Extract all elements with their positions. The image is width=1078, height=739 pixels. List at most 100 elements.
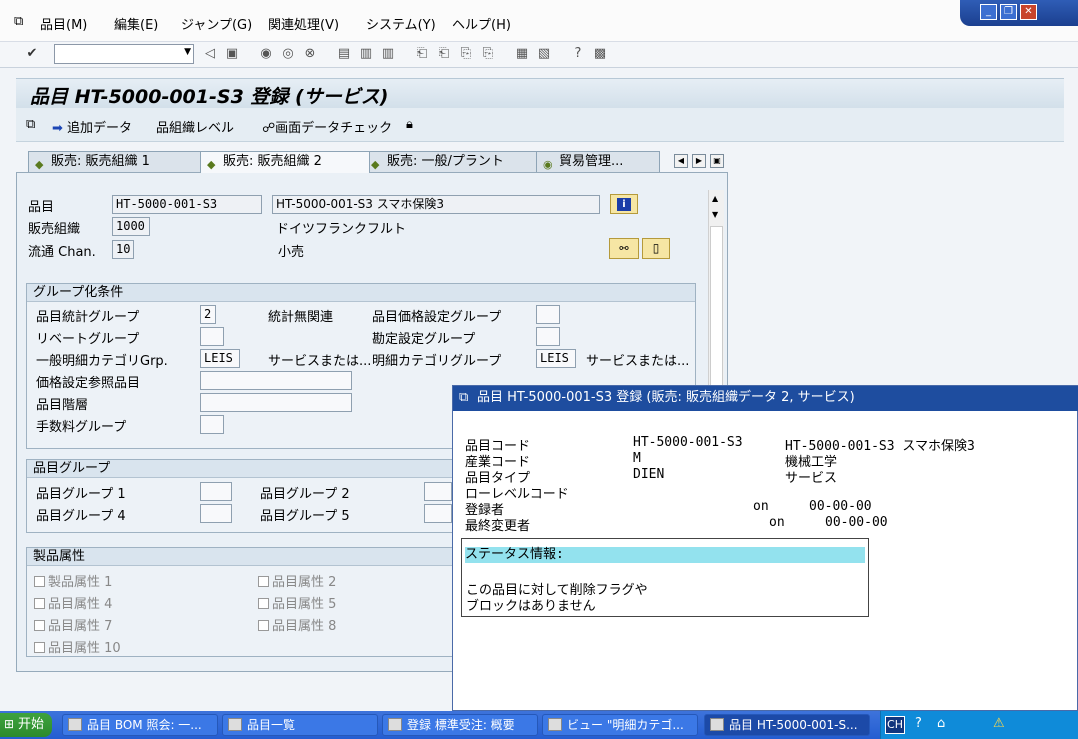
checkbox-box: [34, 620, 45, 631]
help-icon[interactable]: ?: [915, 716, 922, 731]
cancel-icon[interactable]: ⊗: [302, 46, 318, 62]
attr-7-checkbox[interactable]: 品目属性 7: [34, 615, 112, 634]
material-info-popup: ⧉ 品目 HT-5000-001-S3 登録 (販売: 販売組織データ 2, サ…: [452, 385, 1078, 711]
last-page-icon[interactable]: ⎘: [480, 46, 496, 62]
attr-10-checkbox[interactable]: 品目属性 10: [34, 637, 121, 656]
popup-title[interactable]: ⧉ 品目 HT-5000-001-S3 登録 (販売: 販売組織データ 2, サ…: [453, 386, 1078, 411]
attr-2-checkbox[interactable]: 品目属性 2: [258, 571, 336, 590]
mat-group-5-field[interactable]: [424, 504, 452, 523]
channel-field[interactable]: 10: [112, 240, 134, 259]
stat-group-field[interactable]: 2: [200, 305, 216, 324]
rebate-label: リベートグループ: [36, 332, 140, 347]
menu-jump[interactable]: ジャンプ(G): [181, 14, 252, 33]
acct-group-field[interactable]: [536, 327, 560, 346]
nav-back-icon[interactable]: ◉: [258, 46, 274, 62]
status-info-box: ステータス情報: この品目に対して削除フラグや ブロックはありません: [461, 538, 869, 617]
taskbar: ⊞ 开始 品目 BOM 照会: 一... 品目一覧 登録 標準受注: 概要 ビュ…: [0, 711, 1078, 739]
window-controls: _ ❐ ✕: [960, 0, 1078, 26]
tab-scroll-right[interactable]: ▶: [692, 154, 706, 168]
item-cat-field[interactable]: LEIS: [536, 349, 576, 368]
start-label: 开始: [18, 717, 45, 732]
glasses-button[interactable]: ⚯: [609, 238, 639, 259]
checkbox-box: [34, 642, 45, 653]
tab-general-plant[interactable]: ◆ 販売: 一般/プラント: [364, 151, 542, 173]
language-indicator[interactable]: CH: [885, 716, 905, 734]
app-menu-icon[interactable]: ⧉: [14, 14, 23, 29]
task-material-list[interactable]: 品目一覧: [222, 714, 378, 736]
task-view-item-cat[interactable]: ビュー "明細カテゴ...: [542, 714, 698, 736]
first-page-icon[interactable]: ⎗: [414, 46, 430, 62]
add-data-button[interactable]: ➡ 追加データ: [52, 117, 132, 136]
grouping-title: グループ化条件: [27, 284, 695, 302]
warning-icon[interactable]: ⚠: [993, 716, 1005, 731]
task-bom-display[interactable]: 品目 BOM 照会: 一...: [62, 714, 218, 736]
add-data-label: 追加データ: [67, 121, 133, 136]
next-page-icon[interactable]: ⎘: [458, 46, 474, 62]
mat-group-1-field[interactable]: [200, 482, 232, 501]
save-icon[interactable]: ▣: [224, 46, 240, 62]
task-material-create[interactable]: 品目 HT-5000-001-S...: [704, 714, 870, 736]
exit-icon[interactable]: ◎: [280, 46, 296, 62]
window-icon: [68, 718, 82, 731]
price-group-field[interactable]: [536, 305, 560, 324]
new-session-icon[interactable]: ▦: [514, 46, 530, 62]
close-button[interactable]: ✕: [1020, 4, 1037, 20]
create-icon[interactable]: ⧉: [26, 117, 35, 132]
mat-group-4-field[interactable]: [200, 504, 232, 523]
mat-group-5-label: 品目グループ 5: [260, 509, 350, 524]
glasses-icon: ⚯: [619, 242, 629, 255]
start-button[interactable]: ⊞ 开始: [0, 713, 52, 737]
attr-8-checkbox[interactable]: 品目属性 8: [258, 615, 336, 634]
material-field[interactable]: HT-5000-001-S3: [112, 195, 262, 214]
lock-icon[interactable]: 🔒︎: [406, 117, 413, 132]
price-group-label: 品目価格設定グループ: [372, 310, 502, 325]
prev-page-icon[interactable]: ⎗: [436, 46, 452, 62]
menu-help[interactable]: ヘルプ(H): [452, 14, 511, 33]
restore-button[interactable]: ❐: [1000, 4, 1017, 20]
help-icon[interactable]: ?: [570, 46, 586, 62]
tab-label: 販売: 一般/プラント: [387, 154, 504, 169]
material-desc-field[interactable]: HT-5000-001-S3 スマホ保険3: [272, 195, 600, 214]
info-button[interactable]: i: [610, 194, 638, 214]
scroll-down-icon[interactable]: ▼: [712, 210, 718, 219]
attr-1-checkbox[interactable]: 製品属性 1: [34, 571, 112, 590]
commission-label: 手数料グループ: [36, 420, 127, 435]
task-sales-order[interactable]: 登録 標準受注: 概要: [382, 714, 538, 736]
document-button[interactable]: ▯: [642, 238, 670, 259]
menu-material[interactable]: 品目(M): [40, 14, 87, 33]
page-title: 品目 HT-5000-001-S3 登録 (サービス): [30, 86, 389, 108]
tab-scroll-left[interactable]: ◀: [674, 154, 688, 168]
attr-4-checkbox[interactable]: 品目属性 4: [34, 593, 112, 612]
shortcut-icon[interactable]: ▧: [536, 46, 552, 62]
mat-group-2-field[interactable]: [424, 482, 452, 501]
layout-icon[interactable]: ▩: [592, 46, 608, 62]
channel-label: 流通 Chan.: [28, 245, 96, 260]
find-next-icon[interactable]: ▥: [380, 46, 396, 62]
org-level-button[interactable]: 品組織レベル: [156, 117, 234, 136]
print-icon[interactable]: ▤: [336, 46, 352, 62]
screen-check-button[interactable]: ☍画面データチェック: [262, 117, 392, 136]
sales-org-field[interactable]: 1000: [112, 217, 150, 236]
chevron-down-icon[interactable]: ▼: [184, 47, 191, 57]
find-icon[interactable]: ▥: [358, 46, 374, 62]
hierarchy-field[interactable]: [200, 393, 352, 412]
commission-field[interactable]: [200, 415, 224, 434]
menu-edit[interactable]: 編集(E): [114, 14, 158, 33]
price-ref-field[interactable]: [200, 371, 352, 390]
check-icon[interactable]: ✔: [24, 46, 40, 62]
tab-sales-org-1[interactable]: ◆ 販売: 販売組織 1: [28, 151, 206, 173]
minimize-button[interactable]: _: [980, 4, 997, 20]
rebate-field[interactable]: [200, 327, 224, 346]
attr-5-checkbox[interactable]: 品目属性 5: [258, 593, 336, 612]
popup-industry-value: M: [633, 451, 641, 466]
tab-list-icon[interactable]: ▣: [710, 154, 724, 168]
back-icon[interactable]: ◁: [202, 46, 218, 62]
menu-system[interactable]: システム(Y): [366, 14, 436, 33]
tab-sales-org-2[interactable]: ◆ 販売: 販売組織 2: [200, 151, 370, 173]
command-field[interactable]: ▼: [54, 44, 194, 64]
menu-related[interactable]: 関連処理(V): [268, 14, 339, 33]
network-icon[interactable]: ⌂: [937, 716, 945, 731]
gen-item-cat-field[interactable]: LEIS: [200, 349, 240, 368]
tab-foreign-trade[interactable]: ◉ 貿易管理...: [536, 151, 660, 173]
scroll-up-icon[interactable]: ▲: [712, 194, 718, 203]
